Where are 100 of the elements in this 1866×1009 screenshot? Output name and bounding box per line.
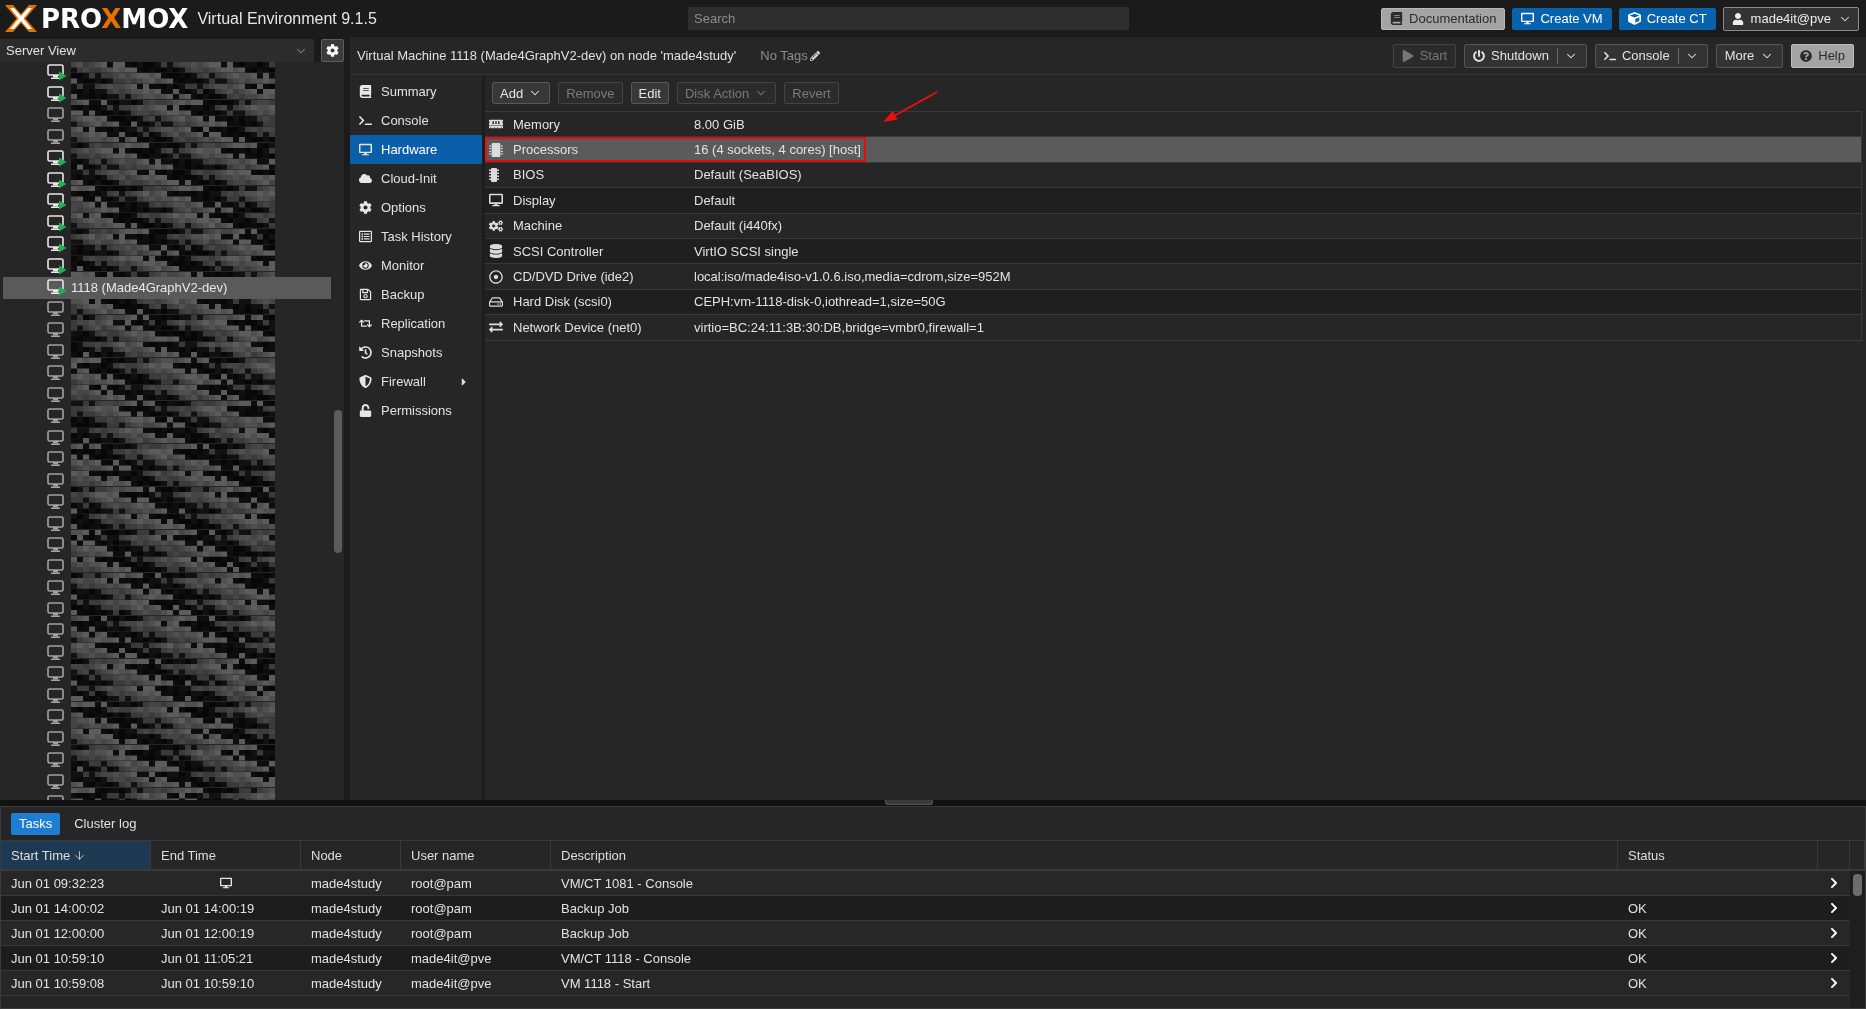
table-cell-text: local:iso/made4iso-v1.0.6.iso,media=cdrom,size=952M bbox=[694, 268, 1011, 287]
table-row[interactable]: Jun 01 10:59:10 Jun 01 11:05:21 made4study made4it@pve VM/CT 1118 - Console OK bbox=[1, 946, 1850, 971]
table-cell-text: 16 (4 sockets, 4 cores) [host] bbox=[694, 141, 861, 160]
console-button[interactable]: Console bbox=[1594, 43, 1708, 68]
chevron-right-icon[interactable] bbox=[1828, 952, 1840, 964]
nav-item[interactable]: Backup bbox=[350, 280, 482, 309]
table-cell: Jun 01 09:32:23 bbox=[11, 875, 105, 891]
table-cell-text: Processors bbox=[513, 141, 580, 160]
scrollbar-thumb[interactable] bbox=[334, 410, 342, 553]
vm-title: Virtual Machine 1118 (Made4GraphV2-dev) on node 'made4study' bbox=[357, 48, 737, 63]
table-cell: Backup Job bbox=[561, 900, 629, 916]
cloud-icon bbox=[359, 172, 372, 185]
chevron-right-icon[interactable] bbox=[1828, 877, 1840, 889]
table-cell: Jun 01 10:59:10 bbox=[161, 975, 255, 991]
table-cell-text: Memory bbox=[513, 115, 561, 134]
table-cell: Jun 01 10:59:10 bbox=[11, 950, 105, 966]
table-cell-text: VirtIO SCSI single bbox=[694, 242, 799, 261]
toolbar-button[interactable]: Edit bbox=[630, 82, 669, 104]
nav-item[interactable]: Firewall bbox=[350, 367, 482, 396]
hardware-row[interactable]: Display Default bbox=[485, 188, 1861, 214]
table-cell: made4study bbox=[311, 950, 382, 966]
product-version: Virtual Environment 9.1.5 bbox=[197, 9, 377, 28]
table-cell: made4it@pve bbox=[411, 975, 492, 991]
table-cell: OK bbox=[1628, 900, 1647, 916]
table-cell: VM 1118 - Start bbox=[561, 975, 651, 991]
chevron-right-icon[interactable] bbox=[1828, 927, 1840, 939]
table-cell: Jun 01 12:00:00 bbox=[11, 925, 105, 941]
splitter-handle[interactable] bbox=[885, 800, 933, 805]
play-icon bbox=[1401, 49, 1414, 62]
power-icon bbox=[1473, 49, 1486, 62]
hardware-row[interactable]: Hard Disk (scsi0) CEPH:vm-1118-disk-0,iothread=1,size=50G bbox=[485, 289, 1861, 316]
table-cell: Jun 01 10:59:08 bbox=[11, 975, 105, 991]
toolbar-button[interactable]: Add bbox=[492, 82, 551, 104]
table-cell: made4study bbox=[311, 975, 382, 991]
nav-item[interactable]: Console bbox=[350, 106, 482, 135]
book-icon bbox=[1390, 12, 1404, 25]
shield-icon bbox=[359, 375, 372, 388]
nav-item[interactable]: Hardware bbox=[350, 135, 482, 164]
monitor-icon bbox=[489, 193, 503, 208]
table-cell-text: BIOS bbox=[513, 166, 546, 185]
user-menu-button[interactable]: made4it@pve bbox=[1722, 6, 1859, 31]
search-field[interactable]: Search bbox=[688, 7, 1129, 30]
brand-x-logo-icon bbox=[5, 5, 37, 32]
nav-item[interactable]: Task History bbox=[350, 222, 482, 251]
help-button[interactable]: Help bbox=[1791, 43, 1854, 68]
history-icon bbox=[359, 346, 372, 359]
table-cell: OK bbox=[1628, 925, 1647, 941]
create-vm-button[interactable]: Create VM bbox=[1512, 7, 1612, 30]
unlock-icon bbox=[359, 404, 372, 417]
nav-item[interactable]: Snapshots bbox=[350, 338, 482, 367]
table-row[interactable]: Jun 01 14:00:02 Jun 01 14:00:19 made4study root@pam Backup Job OK bbox=[1, 896, 1850, 921]
table-cell-text: CD/DVD Drive (ide2) bbox=[513, 268, 635, 287]
table-cell: OK bbox=[1628, 950, 1647, 966]
terminal-icon bbox=[359, 114, 372, 127]
hardware-row[interactable]: SCSI Controller VirtIO SCSI single bbox=[485, 238, 1861, 265]
table-cell-text: Display bbox=[513, 191, 557, 210]
nav-item[interactable]: Monitor bbox=[350, 251, 482, 280]
table-cell: VM/CT 1081 - Console bbox=[561, 875, 693, 891]
table-cell: made4it@pve bbox=[411, 950, 492, 966]
table-cell: Jun 01 14:00:19 bbox=[161, 900, 255, 916]
documentation-button[interactable]: Documentation bbox=[1381, 7, 1506, 30]
brand-wordmark: PROXMOX bbox=[41, 5, 189, 32]
monitor-icon bbox=[359, 143, 372, 156]
view-select[interactable]: Server View bbox=[0, 39, 314, 62]
table-cell-text: Machine bbox=[513, 217, 564, 236]
table-cell: Backup Job bbox=[561, 925, 629, 941]
tree-item[interactable]: 1118 (Made4GraphV2-dev) bbox=[3, 277, 331, 299]
table-cell: root@pam bbox=[411, 925, 472, 941]
table-cell-text: virtio=BC:24:11:3B:30:DB,bridge=vmbr0,firewall=1 bbox=[694, 318, 984, 337]
nav-item[interactable]: Cloud-Init bbox=[350, 164, 482, 193]
table-cell-text: SCSI Controller bbox=[513, 242, 605, 261]
tab[interactable]: Tasks bbox=[11, 812, 61, 835]
column-header[interactable]: Start Time bbox=[1, 841, 151, 869]
nav-item[interactable]: Options bbox=[350, 193, 482, 222]
settings-icon bbox=[326, 44, 339, 57]
tab[interactable]: Cluster log bbox=[66, 812, 145, 835]
table-cell: made4study bbox=[311, 900, 382, 916]
table-cell: VM/CT 1118 - Console bbox=[561, 950, 692, 966]
nav-item[interactable]: Summary bbox=[350, 77, 482, 106]
eye-icon bbox=[359, 259, 372, 272]
pencil-icon[interactable] bbox=[809, 50, 820, 61]
scrollbar-thumb[interactable] bbox=[1853, 874, 1862, 896]
exchange-arrows-icon bbox=[489, 320, 503, 335]
more-button[interactable]: More bbox=[1715, 43, 1784, 68]
user-icon bbox=[1731, 12, 1744, 25]
database-icon bbox=[489, 244, 503, 259]
nav-item[interactable]: Replication bbox=[350, 309, 482, 338]
chevron-right-icon[interactable] bbox=[1828, 977, 1840, 989]
book-icon bbox=[359, 85, 372, 98]
shutdown-button[interactable]: Shutdown bbox=[1464, 43, 1587, 68]
terminal-icon bbox=[1603, 49, 1616, 62]
gears-icon bbox=[489, 218, 503, 233]
create-ct-button[interactable]: Create CT bbox=[1618, 7, 1716, 30]
chevron-right-icon[interactable] bbox=[1828, 902, 1840, 914]
help-icon bbox=[1800, 49, 1813, 62]
table-cell-text: Default bbox=[694, 191, 736, 210]
settings-button[interactable] bbox=[321, 39, 344, 62]
table-cell: OK bbox=[1628, 975, 1647, 991]
table-cell-text: CEPH:vm-1118-disk-0,iothread=1,size=50G bbox=[694, 293, 946, 312]
nav-item[interactable]: Permissions bbox=[350, 396, 482, 425]
